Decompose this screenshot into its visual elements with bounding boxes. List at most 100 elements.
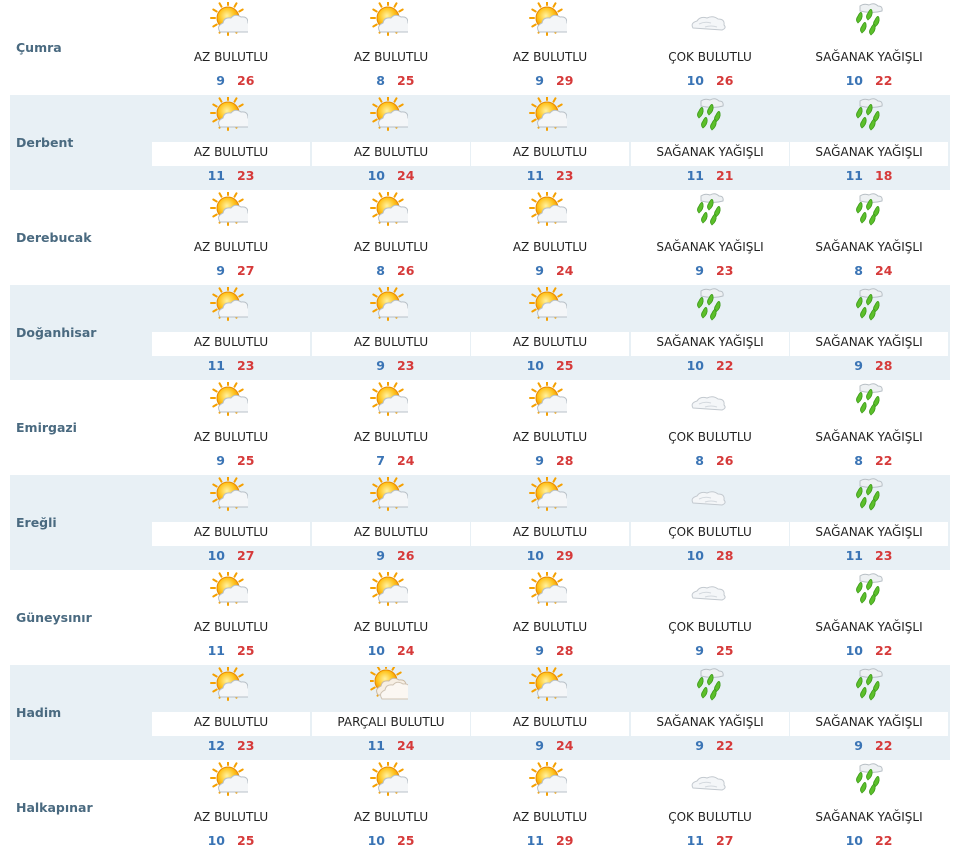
city-name[interactable]: Emirgazi bbox=[16, 380, 152, 475]
partly-sunny-icon bbox=[529, 190, 571, 230]
cloud-icon bbox=[689, 382, 727, 420]
max-temperature: 23 bbox=[397, 358, 415, 373]
partly-sunny-icon bbox=[210, 190, 252, 230]
min-temperature: 9 bbox=[376, 358, 385, 373]
temperature-pair: 9 27 bbox=[152, 263, 310, 278]
forecast-cell: AZ BULUTLU 11 23 bbox=[152, 285, 310, 380]
min-temperature: 10 bbox=[845, 643, 863, 658]
forecast-cell: SAĞANAK YAĞIŞLI 9 22 bbox=[790, 665, 948, 760]
condition-label: AZ BULUTLU bbox=[193, 240, 269, 254]
forecast-cell: AZ BULUTLU 9 24 bbox=[471, 665, 629, 760]
temperature-pair: 11 23 bbox=[152, 358, 310, 373]
temperature-pair: 10 29 bbox=[471, 548, 629, 563]
min-temperature: 9 bbox=[695, 738, 704, 753]
partly-sunny-icon bbox=[370, 190, 412, 230]
temperature-pair: 8 26 bbox=[631, 453, 789, 468]
min-temperature: 7 bbox=[376, 453, 385, 468]
partly-sunny-icon bbox=[210, 570, 252, 610]
city-name[interactable]: Derebucak bbox=[16, 190, 152, 285]
condition-label: ÇOK BULUTLU bbox=[668, 810, 752, 824]
partly-sunny-icon bbox=[529, 665, 571, 705]
min-temperature: 11 bbox=[686, 833, 704, 848]
table-row: Doğanhisar AZ BULUTLU 11 23 AZ BULUTLU 9 23 AZ … bbox=[10, 285, 950, 380]
max-temperature: 21 bbox=[716, 168, 734, 183]
min-temperature: 9 bbox=[695, 263, 704, 278]
city-name[interactable]: Çumra bbox=[16, 0, 152, 95]
min-temperature: 8 bbox=[376, 263, 385, 278]
max-temperature: 24 bbox=[397, 453, 415, 468]
temperature-pair: 10 22 bbox=[790, 73, 948, 88]
table-row: Hadim AZ BULUTLU 12 23 PARÇALI BULUTLU 11 24 AZ… bbox=[10, 663, 950, 760]
condition-label: ÇOK BULUTLU bbox=[668, 525, 752, 539]
temperature-pair: 8 26 bbox=[312, 263, 470, 278]
partly-sunny-icon bbox=[529, 285, 571, 325]
rain-shower-icon bbox=[689, 667, 727, 705]
rain-shower-icon bbox=[689, 287, 727, 325]
temperature-pair: 9 23 bbox=[631, 263, 789, 278]
temperature-pair: 10 26 bbox=[631, 73, 789, 88]
min-temperature: 9 bbox=[216, 453, 225, 468]
rain-shower-icon bbox=[848, 382, 886, 420]
rain-shower-icon bbox=[689, 97, 727, 135]
partly-sunny-icon bbox=[529, 0, 571, 40]
max-temperature: 27 bbox=[237, 548, 255, 563]
condition-label: AZ BULUTLU bbox=[353, 430, 429, 444]
forecast-cell: SAĞANAK YAĞIŞLI 11 23 bbox=[790, 475, 948, 570]
city-name[interactable]: Güneysınır bbox=[16, 570, 152, 665]
max-temperature: 25 bbox=[397, 73, 415, 88]
condition-label: PARÇALI BULUTLU bbox=[337, 715, 445, 729]
partly-sunny-icon bbox=[210, 380, 252, 420]
max-temperature: 22 bbox=[875, 738, 893, 753]
min-temperature: 10 bbox=[207, 548, 225, 563]
forecast-cell: SAĞANAK YAĞIŞLI 10 22 bbox=[790, 570, 948, 665]
forecast-cell: AZ BULUTLU 9 23 bbox=[312, 285, 470, 380]
max-temperature: 26 bbox=[397, 263, 415, 278]
city-name[interactable]: Doğanhisar bbox=[16, 285, 152, 380]
rain-shower-icon bbox=[848, 762, 886, 800]
city-name[interactable]: Derbent bbox=[16, 95, 152, 190]
partly-cloudy-icon bbox=[368, 663, 414, 705]
forecast-cell: SAĞANAK YAĞIŞLI 11 18 bbox=[790, 95, 948, 190]
temperature-pair: 10 25 bbox=[152, 833, 310, 848]
max-temperature: 29 bbox=[556, 833, 574, 848]
forecast-cell: AZ BULUTLU 11 25 bbox=[152, 570, 310, 665]
temperature-pair: 9 28 bbox=[471, 643, 629, 658]
table-row: Emirgazi AZ BULUTLU 9 25 AZ BULUTLU 7 24 AZ BUL… bbox=[10, 380, 950, 475]
condition-label: AZ BULUTLU bbox=[512, 525, 588, 539]
city-name[interactable]: Ereğli bbox=[16, 475, 152, 570]
forecast-cell: SAĞANAK YAĞIŞLI 9 28 bbox=[790, 285, 948, 380]
max-temperature: 26 bbox=[237, 73, 255, 88]
min-temperature: 9 bbox=[854, 738, 863, 753]
min-temperature: 9 bbox=[535, 263, 544, 278]
condition-label: AZ BULUTLU bbox=[512, 145, 588, 159]
condition-label: AZ BULUTLU bbox=[512, 240, 588, 254]
max-temperature: 22 bbox=[875, 643, 893, 658]
rain-shower-icon bbox=[848, 2, 886, 40]
forecast-cell: AZ BULUTLU 11 23 bbox=[471, 95, 629, 190]
max-temperature: 23 bbox=[716, 263, 734, 278]
forecast-cell: SAĞANAK YAĞIŞLI 10 22 bbox=[631, 285, 789, 380]
forecast-cell: AZ BULUTLU 12 23 bbox=[152, 665, 310, 760]
max-temperature: 23 bbox=[556, 168, 574, 183]
condition-label: AZ BULUTLU bbox=[512, 620, 588, 634]
partly-sunny-icon bbox=[370, 760, 412, 800]
max-temperature: 25 bbox=[556, 358, 574, 373]
condition-label: AZ BULUTLU bbox=[512, 335, 588, 349]
partly-sunny-icon bbox=[529, 475, 571, 515]
min-temperature: 9 bbox=[535, 73, 544, 88]
table-row: Ereğli AZ BULUTLU 10 27 AZ BULUTLU 9 26 AZ BULU… bbox=[10, 475, 950, 570]
city-name[interactable]: Halkapınar bbox=[16, 760, 152, 855]
max-temperature: 24 bbox=[397, 738, 415, 753]
max-temperature: 27 bbox=[237, 263, 255, 278]
city-name[interactable]: Hadim bbox=[16, 665, 152, 760]
temperature-pair: 11 23 bbox=[152, 168, 310, 183]
condition-label: SAĞANAK YAĞIŞLI bbox=[815, 50, 923, 64]
condition-label: SAĞANAK YAĞIŞLI bbox=[656, 145, 764, 159]
rain-shower-icon bbox=[848, 667, 886, 705]
min-temperature: 11 bbox=[845, 548, 863, 563]
condition-label: AZ BULUTLU bbox=[353, 240, 429, 254]
temperature-pair: 11 23 bbox=[471, 168, 629, 183]
condition-label: SAĞANAK YAĞIŞLI bbox=[815, 430, 923, 444]
max-temperature: 18 bbox=[875, 168, 893, 183]
max-temperature: 24 bbox=[556, 738, 574, 753]
